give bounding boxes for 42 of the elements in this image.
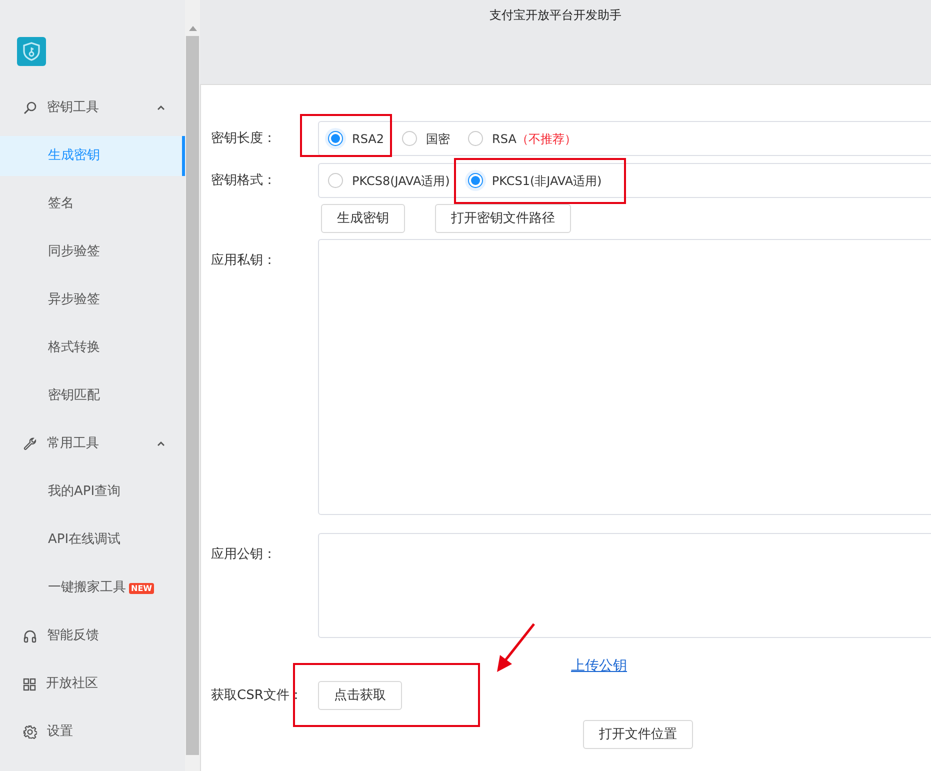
menu-item[interactable]: 开放社区 [46,674,98,694]
radio-option[interactable]: RSA（不推荐） [468,130,576,148]
submenu-item[interactable]: 我的API查询 [0,468,185,516]
radio-option[interactable]: PKCS8(JAVA适用) [328,172,450,190]
settings-icon [23,725,37,739]
chevron-icon[interactable] [157,105,165,110]
fetch-button[interactable]: 点击获取 [318,681,402,710]
menu-group[interactable]: 常用工具 [47,434,99,454]
radio-option[interactable]: PKCS1(非JAVA适用) [468,172,602,190]
radio-option[interactable]: RSA2 [328,130,384,148]
submenu-item[interactable]: 一键搬家工具 NEW [0,564,185,612]
submenu-item[interactable]: 签名 [0,180,185,228]
chevron-icon[interactable] [157,441,165,446]
scrollbar-thumb[interactable] [186,36,199,755]
open-location-button[interactable]: 打开文件位置 [583,720,693,749]
menu-item[interactable]: 设置 [47,722,73,742]
wrench-icon [23,437,37,451]
field-label: 应用私钥： [211,252,277,270]
radio-option[interactable]: 国密 [402,130,450,148]
action-button[interactable]: 生成密钥 [321,204,405,233]
menu-group[interactable]: 密钥工具 [47,98,99,118]
submenu-item[interactable]: 格式转换 [0,324,185,372]
menu-item[interactable]: 智能反馈 [47,626,99,646]
field-label: 密钥格式： [211,172,277,190]
headphones-icon [23,629,37,643]
submenu-item[interactable]: 同步验签 [0,228,185,276]
new-badge: NEW [129,582,154,594]
action-button[interactable]: 打开密钥文件路径 [435,204,571,233]
submenu-item[interactable]: API在线调试 [0,516,185,564]
field-label: 应用公钥： [211,546,277,564]
arrow [494,622,538,674]
scroll-up-icon[interactable] [188,26,196,30]
text-area[interactable] [318,533,931,638]
field-label: 密钥长度： [211,130,277,148]
search-icon [23,101,37,115]
upload-link[interactable]: 上传公钥 [571,656,627,677]
window-title: 支付宝开放平台开发助手 [490,7,622,24]
shield-key-icon [17,37,46,66]
submenu-item[interactable]: 密钥匹配 [0,372,185,420]
grid-icon [23,678,36,690]
submenu-item[interactable]: 异步验签 [0,276,185,324]
field-label: 获取CSR文件： [211,686,304,705]
